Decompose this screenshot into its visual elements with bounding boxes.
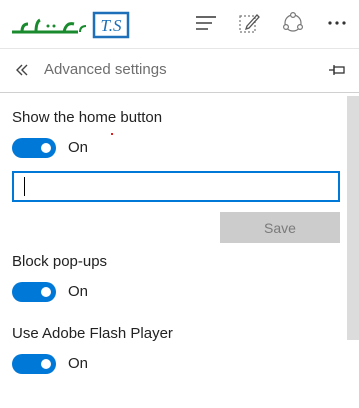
home-button-setting-label: Show the home button: [12, 109, 163, 126]
web-note-button[interactable]: [232, 6, 266, 40]
home-button-toggle-state: On: [68, 139, 89, 156]
toggle-knob: [41, 359, 51, 369]
panel-header: Advanced settings: [0, 49, 359, 91]
share-button[interactable]: [276, 6, 310, 40]
flash-player-toggle-state: On: [68, 355, 89, 372]
block-popups-setting-label: Block pop-ups: [12, 253, 108, 270]
stray-mark: [111, 133, 113, 135]
double-chevron-left-icon: [16, 64, 28, 76]
toggle-knob: [41, 143, 51, 153]
more-icon: [328, 21, 346, 25]
back-button[interactable]: [10, 58, 34, 82]
home-button-toggle[interactable]: [12, 138, 56, 158]
home-page-url-input[interactable]: [12, 171, 340, 202]
block-popups-toggle[interactable]: [12, 282, 56, 302]
web-note-icon: [239, 14, 260, 33]
save-button[interactable]: Save: [220, 212, 340, 243]
pin-icon: [329, 65, 345, 75]
text-caret: [24, 177, 25, 196]
hub-button[interactable]: [189, 6, 223, 40]
browser-toolbar: T.S: [0, 0, 359, 48]
flash-player-setting-label: Use Adobe Flash Player: [12, 325, 173, 342]
logo-text: T.S: [101, 16, 122, 35]
site-logo: T.S: [12, 11, 130, 39]
flash-player-toggle[interactable]: [12, 354, 56, 374]
more-button[interactable]: [320, 6, 354, 40]
block-popups-toggle-state: On: [68, 283, 89, 300]
panel-title: Advanced settings: [44, 61, 167, 78]
share-icon: [282, 12, 304, 32]
toggle-knob: [41, 287, 51, 297]
pin-button[interactable]: [325, 58, 349, 82]
hub-icon: [196, 16, 216, 30]
scrollbar-thumb[interactable]: [347, 96, 359, 340]
header-divider: [0, 92, 359, 93]
